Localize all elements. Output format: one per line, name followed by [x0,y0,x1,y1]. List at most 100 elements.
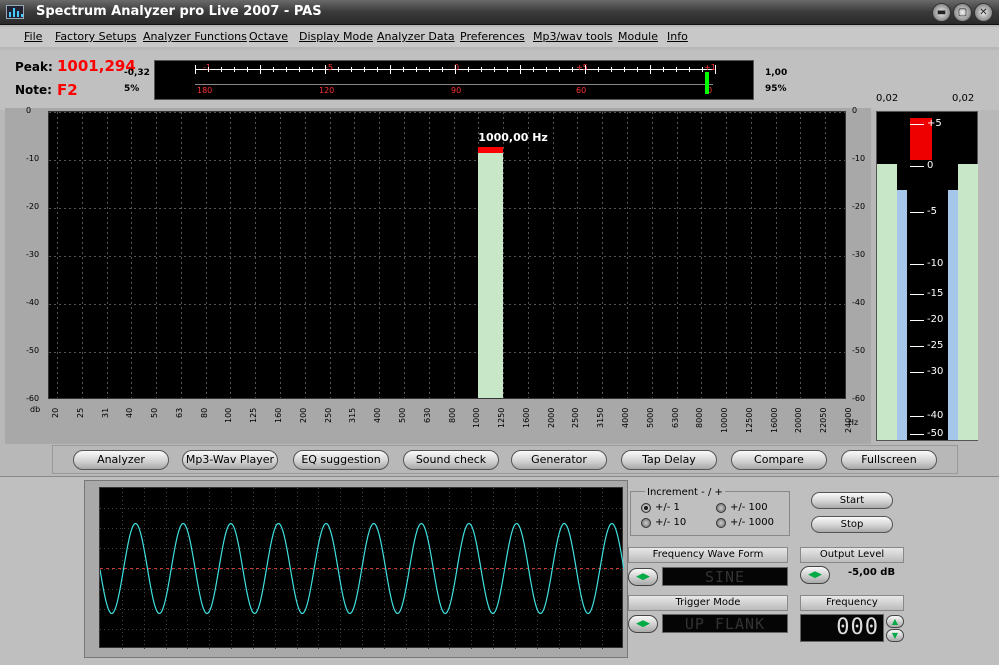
menu-preferences[interactable]: Preferences [460,30,525,43]
tuner-tick [520,65,521,74]
fullscreen-button[interactable]: Fullscreen [841,450,937,470]
tuner-tick [338,67,339,72]
vu-scale-label: -40 [927,410,944,421]
spectrum-grid [49,112,845,398]
vu-right-value: 0,02 [952,93,975,104]
menu-display-mode[interactable]: Display Mode [299,30,373,43]
output-level-value: -5,00 dB [848,567,896,578]
vu-scale-label: +5 [927,118,942,129]
vu-scale-tick [910,166,924,167]
x-tick-label: 22050 [819,407,829,433]
tuner-tick [273,67,274,72]
tuner-tick [650,65,651,74]
vu-scale-label: -15 [927,288,944,299]
tuner-bottom-tick: 120 [319,86,335,95]
tuner-tick [624,67,625,72]
tuner-top-tick: -1 [203,63,211,72]
tuner-tick [494,67,495,72]
close-button[interactable]: ✕ [974,3,993,22]
increment-100-label: +/- 100 [730,502,768,513]
x-tick-label: 630 [422,407,432,423]
increment-10-label: +/- 10 [655,517,687,528]
x-tick-label: 16000 [769,407,779,433]
x-tick-label: 40 [125,407,135,418]
tuner-tick [416,67,417,72]
tap-delay-button[interactable]: Tap Delay [621,450,717,470]
peak-label: Peak: [15,60,53,74]
frequency-down-button[interactable]: ▼ [886,629,904,642]
tuner-tick [676,67,677,72]
tuner-bottom-tick: 180 [197,86,213,95]
menu-analyzer-data[interactable]: Analyzer Data [377,30,455,43]
vu-scale-label: 0 [927,160,934,171]
tuner-tick [195,65,196,74]
generator-button[interactable]: Generator [511,450,607,470]
menu-mp3-wav-tools[interactable]: Mp3/wav tools [533,30,612,43]
tuner-tick [559,67,560,72]
vu-right-blue [948,190,958,440]
frequency-up-button[interactable]: ▲ [886,615,904,628]
output-level-selector[interactable]: ◀▶ [800,566,830,584]
percent-low: 5% [124,84,140,94]
vu-left-green [877,164,897,440]
x-tick-label: 1600 [521,407,531,428]
increment-10-radio[interactable] [641,518,651,528]
frequency-title: Frequency [800,595,904,611]
x-tick-label: 8000 [695,407,705,428]
eq-suggestion-button[interactable]: EQ suggestion [293,450,389,470]
vu-scale-tick [910,346,924,347]
menu-module[interactable]: Module [618,30,658,43]
x-tick-label: 10000 [720,407,730,433]
trigger-mode-selector[interactable]: ◀▶ [628,615,658,633]
vu-right-green [958,164,978,440]
start-button[interactable]: Start [811,492,893,509]
vu-left-blue [897,190,907,440]
tuner-tick [585,65,586,74]
x-tick-label: 24000 [844,407,854,433]
vu-scale-tick [910,264,924,265]
x-tick-label: 63 [174,407,184,418]
tuner-tick [637,67,638,72]
tuner-tick [364,67,365,72]
increment-title: Increment - / + [645,487,725,498]
vu-scale-label: -10 [927,258,944,269]
tuner-tick [689,67,690,72]
tuner-tick [507,67,508,72]
spectrum-peak-marker [478,146,504,153]
tuner-bottom-tick: 90 [451,86,462,95]
x-tick-label: 1000 [472,407,482,428]
increment-1000-radio[interactable] [716,518,726,528]
menu-info[interactable]: Info [667,30,688,43]
sound-check-button[interactable]: Sound check [403,450,499,470]
compare-button[interactable]: Compare [731,450,827,470]
y-tick-label-left: -10 [26,154,40,163]
note-label: Note: [15,83,52,97]
x-tick-label: 800 [447,407,457,423]
tuner-tick [351,67,352,72]
mp3-wav-player-button[interactable]: Mp3-Wav Player [182,450,278,470]
increment-1-label: +/- 1 [655,502,680,513]
tuner-tick [247,67,248,72]
analyzer-button[interactable]: Analyzer [73,450,169,470]
increment-100-radio[interactable] [716,503,726,513]
y-tick-label-right: 0 [852,106,858,115]
tuner-tick [286,67,287,72]
percent-high: 95% [765,84,787,94]
tuner-tick [715,65,716,74]
wave-form-selector[interactable]: ◀▶ [628,568,658,586]
oscilloscope-waveform [100,488,624,649]
increment-1-radio[interactable] [641,503,651,513]
menu-factory-setups[interactable]: Factory Setups [55,30,136,43]
menu-file[interactable]: File [24,30,42,43]
y-tick-label-right: -40 [852,298,866,307]
spectrum-display: 1000,00 Hz [48,111,846,399]
tuner-tick [442,67,443,72]
stop-button[interactable]: Stop [811,516,893,533]
minimize-button[interactable]: ▬ [932,3,951,22]
restore-button[interactable]: ▢ [953,3,972,22]
menu-octave[interactable]: Octave [249,30,288,43]
tuner-tick [663,67,664,72]
tuner-tick [377,67,378,72]
menu-analyzer-functions[interactable]: Analyzer Functions [143,30,247,43]
tuner-tick [221,67,222,72]
